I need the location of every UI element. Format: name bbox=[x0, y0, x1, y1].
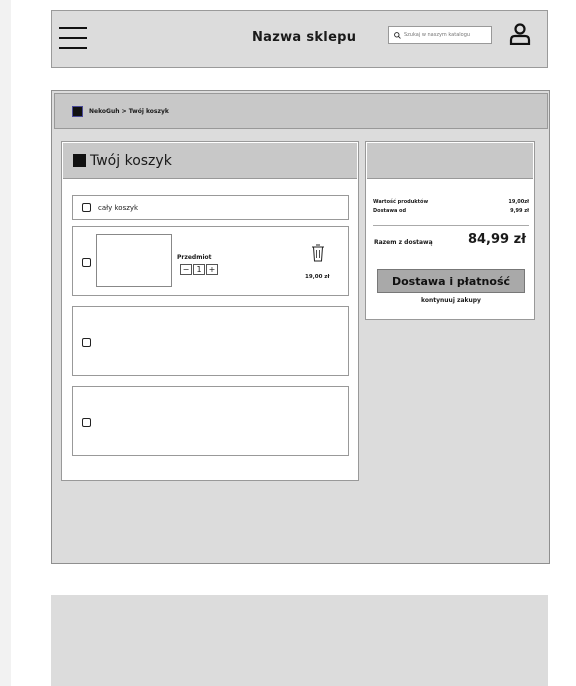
product-name[interactable]: Przedmiot bbox=[177, 254, 212, 261]
square-icon bbox=[73, 154, 86, 167]
breadcrumb: NekoGuh > Twój koszyk bbox=[54, 93, 548, 129]
select-all-row: cały koszyk bbox=[72, 195, 349, 220]
continue-shopping-link[interactable]: kontynuuj zakupy bbox=[366, 297, 536, 304]
product-thumbnail[interactable] bbox=[96, 234, 172, 287]
increase-button[interactable]: + bbox=[206, 264, 218, 275]
shipping-value: 9,99 zł bbox=[510, 208, 529, 214]
trash-icon[interactable] bbox=[311, 244, 325, 262]
order-summary: Wartość produktów 19,00zł Dostawa od 9,9… bbox=[365, 141, 535, 320]
quantity-value[interactable]: 1 bbox=[193, 264, 205, 275]
site-footer bbox=[51, 595, 548, 686]
quantity-stepper: − 1 + bbox=[180, 264, 219, 275]
total-value: 84,99 zł bbox=[467, 232, 526, 247]
menu-icon[interactable] bbox=[59, 27, 87, 51]
summary-divider bbox=[373, 225, 529, 226]
decrease-button[interactable]: − bbox=[180, 264, 192, 275]
item-checkbox[interactable] bbox=[82, 258, 91, 267]
user-icon[interactable] bbox=[509, 23, 531, 45]
cart-item: Przedmiot − 1 + 19,00 zł bbox=[72, 226, 349, 296]
site-header: Nazwa sklepu bbox=[51, 10, 548, 68]
cart-item bbox=[72, 306, 349, 376]
square-icon bbox=[72, 105, 83, 117]
products-value-row: Wartość produktów 19,00zł bbox=[373, 199, 529, 205]
item-checkbox[interactable] bbox=[82, 418, 91, 427]
item-checkbox[interactable] bbox=[82, 338, 91, 347]
cart-panel: Twój koszyk cały koszyk Przedmiot − 1 + … bbox=[61, 141, 359, 481]
shipping-label: Dostawa od bbox=[373, 208, 407, 214]
item-price: 19,00 zł bbox=[305, 274, 330, 280]
search-icon bbox=[394, 31, 401, 39]
products-value: 19,00zł bbox=[508, 199, 529, 205]
summary-header bbox=[367, 143, 533, 179]
main-content: NekoGuh > Twój koszyk Twój koszyk cały k… bbox=[51, 90, 550, 564]
breadcrumb-separator: > bbox=[121, 107, 127, 115]
select-all-checkbox[interactable] bbox=[82, 203, 91, 212]
checkout-button[interactable]: Dostawa i płatność bbox=[377, 269, 525, 293]
store-name[interactable]: Nazwa sklepu bbox=[252, 30, 356, 45]
cart-header: Twój koszyk bbox=[63, 143, 357, 179]
shipping-row: Dostawa od 9,99 zł bbox=[373, 208, 529, 214]
select-all-label: cały koszyk bbox=[98, 203, 139, 212]
breadcrumb-current: Twój koszyk bbox=[128, 107, 169, 115]
breadcrumb-home[interactable]: NekoGuh bbox=[89, 108, 120, 115]
total-label: Razem z dostawą bbox=[374, 239, 433, 246]
products-value-label: Wartość produktów bbox=[373, 199, 429, 205]
search-input[interactable] bbox=[401, 32, 484, 38]
cart-title: Twój koszyk bbox=[90, 152, 172, 169]
cart-item bbox=[72, 386, 349, 456]
search-box[interactable] bbox=[388, 26, 492, 44]
